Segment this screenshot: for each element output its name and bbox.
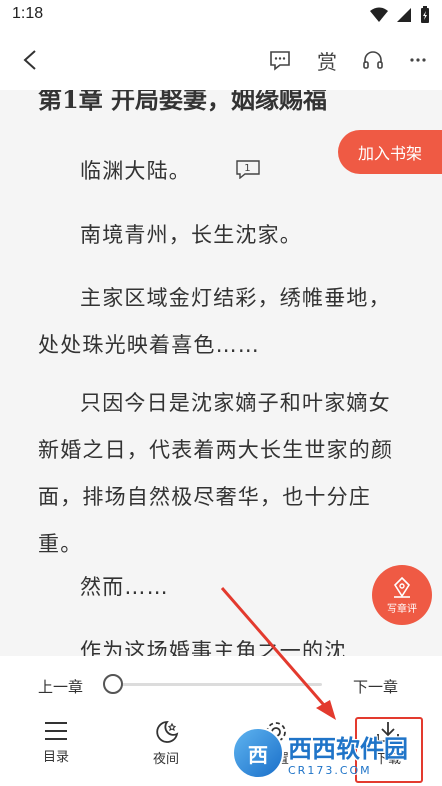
paragraph-comment-count: 1 <box>244 163 252 174</box>
tab-label: 夜间 <box>152 752 179 767</box>
write-review-button[interactable]: 写章评 <box>372 565 432 625</box>
more-button[interactable] <box>404 46 432 74</box>
tab-night-mode[interactable]: 夜间 <box>136 720 196 767</box>
paragraph: 主家区域金灯结彩，绣帷垂地，处处珠光映着喜色…… <box>38 286 391 357</box>
paragraph: 南境青州，长生沈家。 <box>80 223 302 247</box>
status-bar: 1:18 <box>0 0 442 30</box>
watermark-text: 西西软件园 <box>288 735 408 763</box>
reading-area[interactable]: 第1章 开局娶妻，姻缘赐福 临渊大陆。 1 南境青州，长生沈家。 主家区域金灯结彩… <box>0 90 442 656</box>
reward-button[interactable]: 赏 <box>313 46 341 74</box>
watermark-logo: 西 <box>232 727 284 779</box>
next-chapter-button[interactable]: 下一章 <box>353 676 398 697</box>
headphones-icon <box>363 51 383 69</box>
signal-icon <box>397 8 411 22</box>
battery-icon <box>421 6 429 23</box>
paragraph: 只因今日是沈家嫡子和叶家嫡女新婚之日，代表着两大长生世家的颜面，排场自然极尽奢华… <box>38 391 394 556</box>
back-button[interactable] <box>16 46 44 74</box>
slider-thumb[interactable] <box>103 674 123 694</box>
watermark-subtext: CR173.COM <box>288 764 372 777</box>
list-icon <box>45 722 67 740</box>
moon-icon <box>156 721 179 743</box>
reward-label: 赏 <box>317 49 337 74</box>
listen-button[interactable] <box>359 46 387 74</box>
add-to-shelf-button[interactable]: 加入书架 <box>338 130 442 174</box>
chapter-title: 第1章 开局娶妻，姻缘赐福 <box>38 90 328 114</box>
more-icon <box>410 58 426 62</box>
chapter-progress-slider[interactable] <box>112 683 322 686</box>
pen-icon <box>393 576 411 598</box>
paragraph: 然而…… <box>80 575 169 599</box>
prev-chapter-button[interactable]: 上一章 <box>38 676 83 697</box>
tab-label: 目录 <box>42 750 69 765</box>
site-watermark: 西 西西软件园 CR173.COM <box>232 720 442 786</box>
wifi-icon <box>370 7 388 22</box>
paragraph: 作为这场婚事主角之一的沈 <box>80 639 347 656</box>
tab-catalog[interactable]: 目录 <box>26 720 86 765</box>
comment-icon <box>270 51 290 71</box>
status-icons <box>370 6 430 24</box>
chevron-left-icon <box>23 50 36 70</box>
status-time: 1:18 <box>12 5 44 22</box>
write-review-label: 写章评 <box>387 603 417 615</box>
comment-button[interactable] <box>266 46 294 74</box>
reader-toolbar: 赏 <box>0 30 442 90</box>
paragraph-comment-icon[interactable]: 1 <box>193 149 261 196</box>
